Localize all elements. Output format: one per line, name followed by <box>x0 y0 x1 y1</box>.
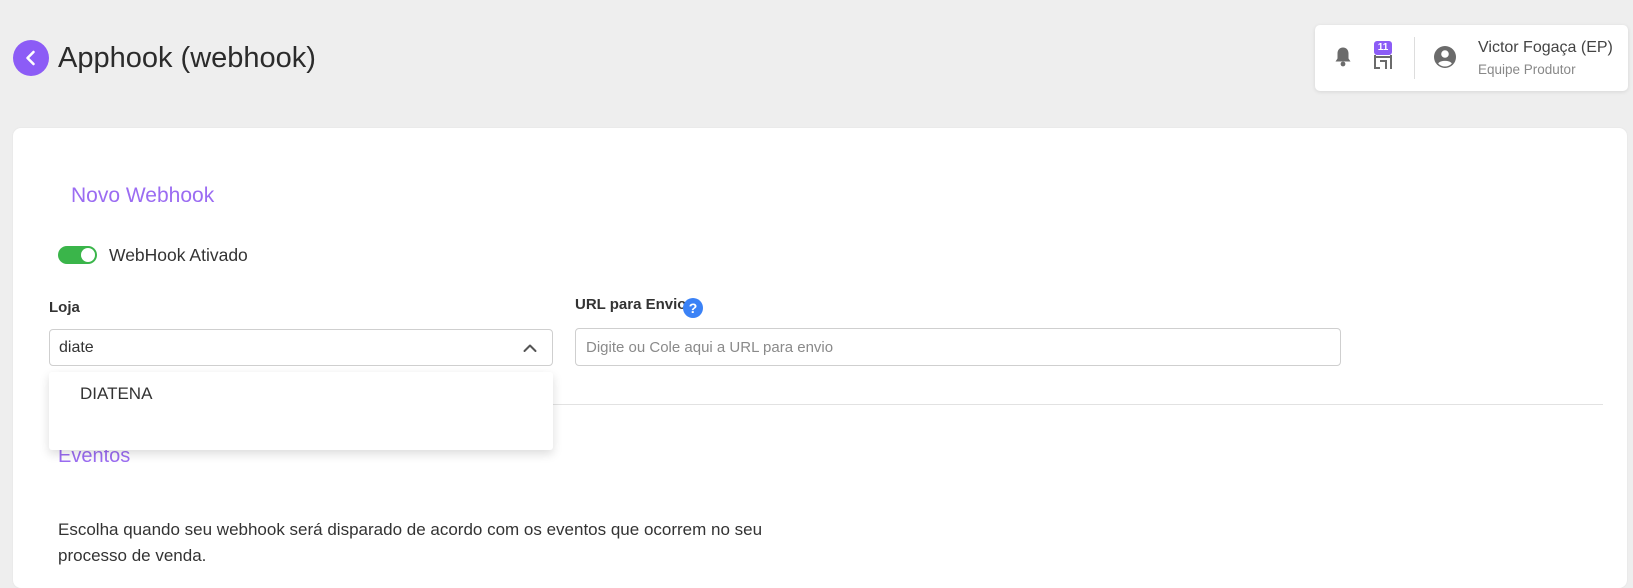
help-icon[interactable]: ? <box>683 298 703 318</box>
webhook-active-toggle[interactable] <box>58 246 97 264</box>
page-title: Apphook (webhook) <box>58 42 316 74</box>
user-name: Victor Fogaça (EP) <box>1478 39 1613 56</box>
store-icon <box>1374 55 1392 69</box>
loja-search-input[interactable] <box>59 330 499 365</box>
back-button[interactable] <box>13 40 49 76</box>
user-role: Equipe Produtor <box>1478 62 1576 77</box>
url-input[interactable] <box>575 328 1341 366</box>
section-title-new-webhook: Novo Webhook <box>71 184 215 207</box>
chevron-up-icon[interactable] <box>522 340 538 356</box>
section-divider <box>553 404 1603 405</box>
dropdown-option[interactable]: DIATENA <box>49 372 553 417</box>
loja-dropdown: DIATENA <box>49 372 553 450</box>
bell-icon[interactable] <box>1333 46 1353 68</box>
user-panel: 11 Victor Fogaça (EP) Equipe Produtor <box>1315 25 1628 91</box>
loja-label: Loja <box>49 299 80 316</box>
loja-select[interactable] <box>49 329 553 366</box>
toggle-knob <box>81 248 95 262</box>
back-icon <box>26 50 35 66</box>
events-description: Escolha quando seu webhook será disparad… <box>58 520 763 565</box>
url-label: URL para Envio <box>575 296 687 313</box>
account-icon[interactable] <box>1433 45 1457 69</box>
webhook-form-card: Novo Webhook WebHook Ativado Loja URL pa… <box>13 128 1627 588</box>
store-badge: 11 <box>1374 41 1392 55</box>
panel-divider <box>1414 37 1415 79</box>
store-button[interactable]: 11 <box>1371 41 1395 71</box>
toggle-label: WebHook Ativado <box>109 245 248 265</box>
